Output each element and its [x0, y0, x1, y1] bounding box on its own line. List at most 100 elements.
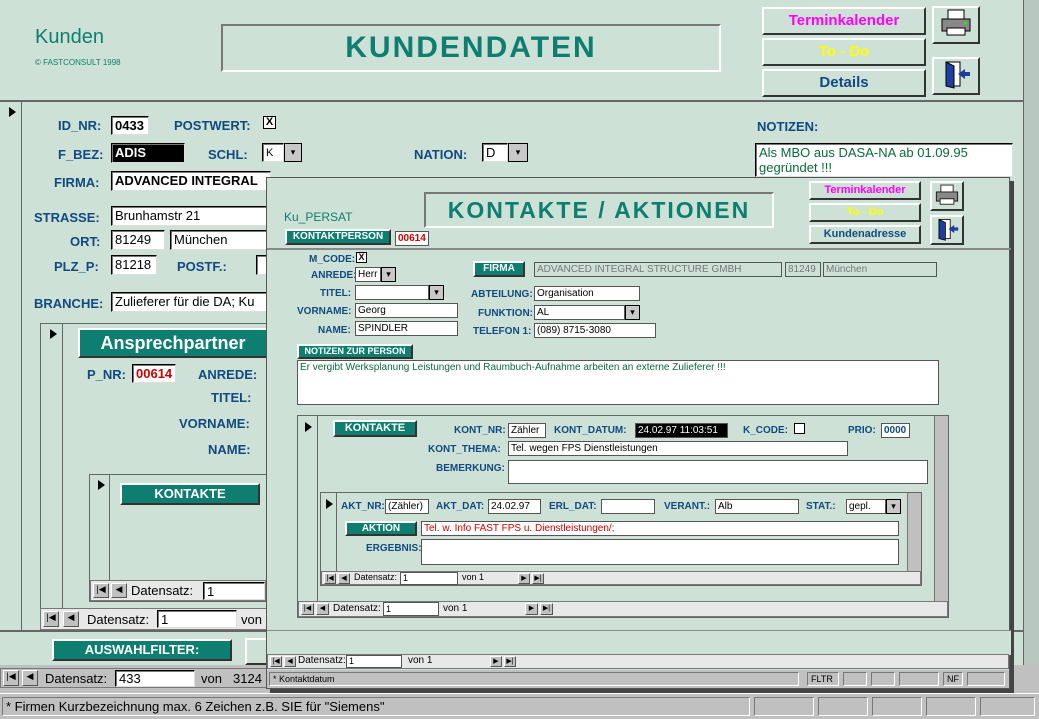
firma-ort-field[interactable]: München — [823, 262, 937, 277]
ergebnis-field[interactable] — [421, 539, 899, 565]
first-record-button[interactable]: |◀ — [270, 656, 282, 667]
bemerkung-field[interactable] — [508, 460, 928, 484]
akt-dat-field[interactable]: 24.02.97 — [488, 499, 541, 514]
popup-status-panel-3 — [871, 672, 895, 686]
name-field[interactable]: SPINDLER — [355, 321, 458, 336]
popup-kontakte-record-selector[interactable] — [298, 416, 318, 601]
titel-dropdown[interactable]: ▾ — [429, 285, 444, 300]
record-selector-bar[interactable] — [0, 102, 22, 630]
prev-record-button[interactable]: ◀ — [338, 573, 350, 584]
titel-field[interactable] — [355, 285, 429, 300]
postwert-checkbox[interactable]: X — [263, 116, 276, 129]
aktion-scrollbar[interactable] — [907, 493, 921, 571]
kontakte-scrollbar[interactable] — [934, 416, 948, 601]
f-bez-field[interactable]: ADIS — [111, 143, 185, 163]
kont-nr-field[interactable]: Zähler — [508, 423, 546, 438]
k-code-checkbox[interactable] — [794, 423, 805, 434]
prev-record-button[interactable]: ◀ — [316, 603, 329, 615]
exit-button[interactable] — [932, 57, 980, 95]
record-number-field[interactable]: 1 — [383, 602, 439, 616]
details-button[interactable]: Details — [762, 69, 926, 97]
nation-field[interactable]: D — [482, 143, 508, 162]
popup-kundenadresse-button[interactable]: Kundenadresse — [809, 225, 921, 244]
funktion-field[interactable]: AL — [534, 305, 625, 320]
print-button[interactable] — [932, 6, 980, 44]
schl-dropdown[interactable]: ▾ — [284, 143, 302, 162]
abteilung-field[interactable]: Organisation — [534, 286, 640, 301]
popup-terminkalender-button[interactable]: Terminkalender — [809, 181, 921, 200]
record-number-field[interactable]: 1 — [400, 572, 458, 585]
popup-exit-button[interactable] — [930, 215, 964, 245]
stat-label: STAT.: — [806, 501, 836, 512]
vorname-label: VORNAME: — [297, 306, 352, 317]
verant-field[interactable]: Alb — [715, 499, 799, 514]
popup-status-panel-6 — [967, 672, 1005, 686]
first-record-button[interactable]: |◀ — [93, 583, 109, 598]
stat-dropdown[interactable]: ▾ — [886, 499, 901, 514]
record-number-field[interactable]: 1 — [346, 655, 402, 668]
popup-status-panel-2 — [843, 672, 867, 686]
funktion-dropdown[interactable]: ▾ — [625, 305, 640, 320]
ort-plz-field[interactable]: 81249 — [111, 230, 165, 250]
vorname-field[interactable]: Georg — [355, 303, 458, 318]
first-record-button[interactable]: |◀ — [43, 611, 59, 627]
plz-p-field[interactable]: 81218 — [111, 255, 157, 275]
next-record-button[interactable]: ▶ — [525, 603, 538, 615]
aktion-record-selector[interactable] — [321, 493, 337, 571]
firma-field[interactable]: ADVANCED INTEGRAL STRUCTURE GMBH — [534, 262, 782, 277]
kontaktperson-nr-field[interactable]: 00614 — [395, 231, 429, 246]
akt-nr-field[interactable]: (Zähler) — [385, 499, 429, 514]
title-frame: KUNDENDATEN — [221, 24, 721, 72]
firma-plz-field[interactable]: 81249 — [785, 262, 821, 277]
nation-dropdown[interactable]: ▾ — [508, 143, 528, 162]
record-selector-triangle-icon — [326, 499, 333, 509]
erl-dat-field[interactable] — [601, 499, 655, 514]
copyright-text: © FASTCONSULT 1998 — [35, 58, 121, 67]
kontakte-record-selector[interactable] — [90, 475, 110, 580]
aktion-field[interactable]: Tel. w. Info FAST FPS u. Dienstleistunge… — [421, 521, 899, 536]
firma-field[interactable]: ADVANCED INTEGRAL — [111, 171, 271, 191]
popup-kontakte-navigation: |◀ ◀ Datensatz: 1 von 1 ▶ ▶| — [298, 601, 948, 617]
prev-record-button[interactable]: ◀ — [63, 611, 79, 627]
kont-datum-field[interactable]: 24.02.97 11:03:51 — [635, 423, 728, 438]
record-number-field[interactable]: 1 — [157, 610, 237, 628]
todo-button[interactable]: To - Do — [762, 38, 926, 66]
last-record-button[interactable]: ▶| — [504, 656, 516, 667]
telefon-field[interactable]: (089) 8715-3080 — [534, 323, 656, 338]
anrede-dropdown[interactable]: ▾ — [381, 267, 396, 282]
prev-record-button[interactable]: ◀ — [284, 656, 296, 667]
subform-record-selector[interactable] — [41, 324, 63, 608]
prio-field[interactable]: 0000 — [881, 423, 910, 438]
next-record-button[interactable]: ▶ — [518, 573, 530, 584]
kont-thema-field[interactable]: Tel. wegen FPS Dienstleistungen — [508, 441, 848, 456]
first-record-button[interactable]: |◀ — [324, 573, 336, 584]
k-code-label: K_CODE: — [743, 425, 789, 436]
status-panel-3 — [872, 697, 922, 716]
m-code-checkbox[interactable]: X — [356, 252, 367, 263]
popup-todo-button[interactable]: To - Do — [809, 203, 921, 222]
first-record-button[interactable]: |◀ — [301, 603, 314, 615]
prev-record-button[interactable]: ◀ — [111, 583, 127, 598]
anrede-field[interactable]: Herr — [355, 267, 381, 282]
record-number-field[interactable]: 433 — [115, 670, 195, 687]
sub-anrede-label: ANREDE: — [198, 367, 258, 382]
next-record-button[interactable]: ▶ — [490, 656, 502, 667]
notes-field[interactable]: Als MBO aus DASA-NA ab 01.09.95 gegründe… — [755, 143, 1013, 177]
terminkalender-button[interactable]: Terminkalender — [762, 7, 926, 35]
first-record-button[interactable]: |◀ — [3, 670, 19, 686]
strasse-field[interactable]: Brunhamstr 21 — [111, 206, 271, 226]
schl-field[interactable]: K — [262, 143, 284, 162]
auswahlfilter-label: AUSWAHLFILTER: — [52, 639, 232, 661]
prev-record-button[interactable]: ◀ — [22, 670, 38, 686]
record-number-field[interactable]: 1 — [203, 582, 265, 600]
branche-field[interactable]: Zulieferer für die DA; Ku — [111, 292, 271, 312]
p-nr-field[interactable]: 00614 — [132, 364, 176, 383]
last-record-button[interactable]: ▶| — [532, 573, 544, 584]
stat-field[interactable]: gepl. — [846, 499, 886, 514]
printer-icon — [941, 9, 971, 36]
ort-field[interactable]: München — [170, 230, 270, 250]
last-record-button[interactable]: ▶| — [540, 603, 553, 615]
popup-print-button[interactable] — [930, 181, 964, 211]
id-nr-field[interactable]: 0433 — [111, 116, 149, 135]
notizen-field[interactable]: Er vergibt Werksplanung Leistungen und R… — [297, 360, 939, 405]
